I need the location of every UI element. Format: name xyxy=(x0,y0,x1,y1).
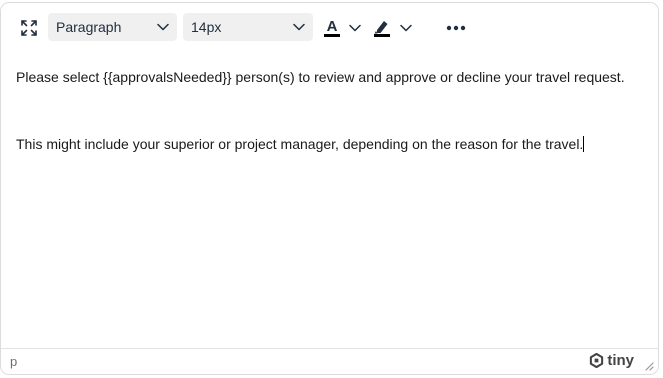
chevron-down-icon xyxy=(400,24,412,32)
chevron-down-icon xyxy=(349,24,361,32)
chevron-down-icon xyxy=(293,23,305,31)
svg-text:A: A xyxy=(327,18,338,35)
highlight-color-dropdown[interactable] xyxy=(397,14,415,42)
block-format-select[interactable]: Paragraph xyxy=(48,13,177,41)
editor-toolbar: Paragraph 14px A xyxy=(1,3,658,51)
fullscreen-icon xyxy=(21,20,37,36)
editor-content[interactable]: Please select {{approvalsNeeded}} person… xyxy=(1,51,658,349)
resize-handle-icon[interactable] xyxy=(644,361,654,371)
text-color-icon: A xyxy=(324,18,340,37)
font-size-select[interactable]: 14px xyxy=(183,13,313,41)
content-paragraph[interactable]: This might include your superior or proj… xyxy=(16,135,585,153)
fullscreen-button[interactable] xyxy=(15,14,43,42)
content-paragraph[interactable]: Please select {{approvalsNeeded}} person… xyxy=(16,68,625,86)
element-path[interactable]: p xyxy=(10,354,17,369)
tiny-branding-link[interactable]: tiny xyxy=(589,352,634,369)
more-toolbar-button[interactable] xyxy=(442,14,470,42)
chevron-down-icon xyxy=(157,23,169,31)
text-color-button[interactable]: A xyxy=(319,14,345,42)
more-ellipsis-icon xyxy=(446,25,466,31)
content-paragraph-text: This might include your superior or proj… xyxy=(16,136,584,152)
highlighter-icon xyxy=(374,21,390,37)
text-color-dropdown[interactable] xyxy=(346,14,364,42)
rich-text-editor: Paragraph 14px A Please select {{approva… xyxy=(0,2,659,375)
highlight-color-button[interactable] xyxy=(369,14,395,42)
text-caret xyxy=(583,136,585,152)
tiny-brand-text: tiny xyxy=(607,352,634,369)
editor-statusbar: p tiny xyxy=(1,348,658,374)
tiny-logo-icon xyxy=(590,353,604,368)
font-size-value: 14px xyxy=(191,19,222,35)
block-format-value: Paragraph xyxy=(56,19,122,35)
